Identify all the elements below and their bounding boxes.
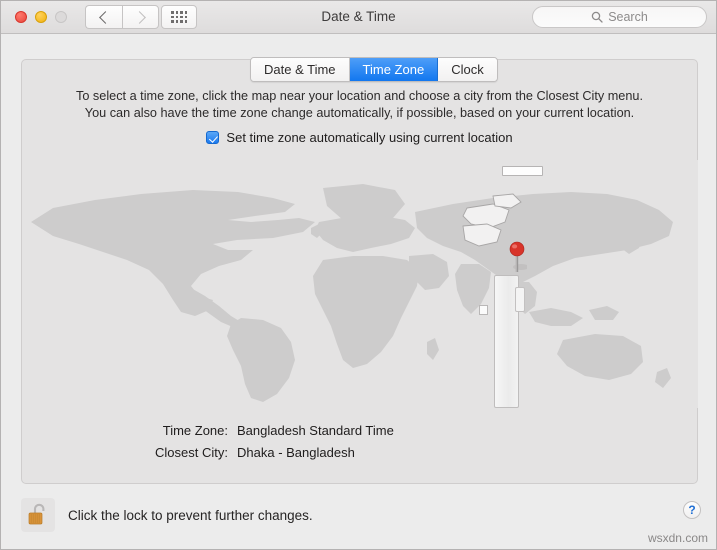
timezone-square-marker — [479, 305, 488, 315]
timezone-band-top-marker — [502, 166, 543, 176]
search-icon — [591, 11, 603, 23]
closest-city-row: Closest City: Dhaka - Bangladesh — [22, 445, 697, 460]
window-titlebar: Date & Time Search — [1, 1, 716, 34]
instruction-line-1: To select a time zone, click the map nea… — [76, 89, 643, 103]
instruction-line-2: You can also have the time zone change a… — [84, 106, 635, 120]
tab-time-zone[interactable]: Time Zone — [349, 58, 439, 81]
time-zone-value: Bangladesh Standard Time — [237, 423, 394, 438]
auto-timezone-checkbox[interactable] — [206, 131, 220, 144]
preference-pane-content: Date & Time Time Zone Clock To select a … — [21, 57, 698, 484]
world-map[interactable] — [23, 160, 698, 408]
closest-city-value[interactable]: Dhaka - Bangladesh — [237, 445, 355, 460]
lock-message: Click the lock to prevent further change… — [68, 507, 313, 523]
tab-clock[interactable]: Clock — [438, 58, 497, 81]
map-pin-icon — [509, 241, 527, 272]
closest-city-label: Closest City: — [155, 445, 228, 460]
lock-row[interactable]: Click the lock to prevent further change… — [21, 498, 313, 532]
auto-timezone-label: Set time zone automatically using curren… — [226, 130, 513, 145]
system-preferences-window: Date & Time Search Date & Time Time Zone… — [0, 0, 717, 550]
search-placeholder: Search — [608, 10, 648, 24]
auto-timezone-row[interactable]: Set time zone automatically using curren… — [22, 130, 697, 145]
time-zone-row: Time Zone: Bangladesh Standard Time — [22, 423, 697, 438]
watermark: wsxdn.com — [647, 531, 708, 545]
instruction-text: To select a time zone, click the map nea… — [22, 88, 697, 122]
timezone-band-notch — [515, 287, 525, 312]
world-map-svg — [23, 160, 698, 408]
tab-bar: Date & Time Time Zone Clock — [250, 57, 498, 82]
help-button[interactable]: ? — [683, 501, 701, 519]
timezone-info: Time Zone: Bangladesh Standard Time Clos… — [22, 423, 697, 467]
lock-button[interactable] — [21, 498, 55, 532]
unlocked-padlock-icon — [28, 503, 45, 525]
tab-date-and-time[interactable]: Date & Time — [251, 58, 350, 81]
search-input[interactable]: Search — [532, 6, 707, 28]
time-zone-label: Time Zone: — [162, 423, 228, 438]
